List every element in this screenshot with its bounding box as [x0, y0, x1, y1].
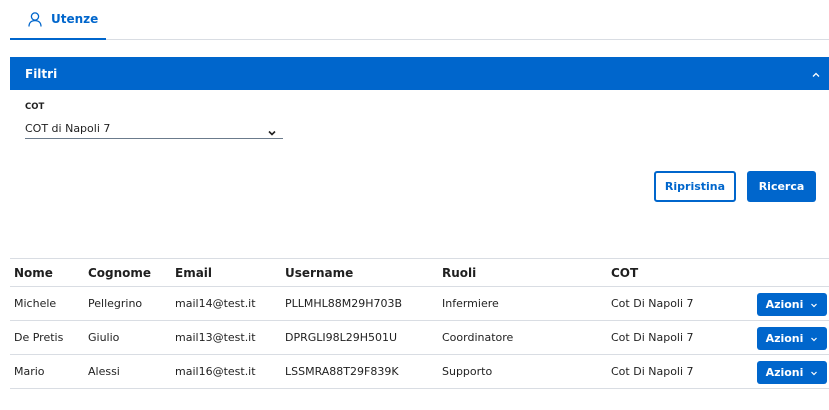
- cell-ruoli: Coordinatore: [442, 331, 514, 344]
- chevron-up-icon[interactable]: [809, 67, 823, 81]
- column-header-cognome: Cognome: [88, 265, 152, 280]
- tab-utenze[interactable]: Utenze: [10, 0, 106, 40]
- table-row: Michele Pellegrino mail14@test.it PLLMHL…: [10, 287, 829, 321]
- cell-nome: Mario: [14, 365, 45, 378]
- column-header-email: Email: [175, 265, 213, 280]
- cell-username: PLLMHL88M29H703B: [285, 297, 403, 310]
- cell-cot: Cot Di Napoli 7: [611, 365, 694, 378]
- azioni-label: Azioni: [765, 332, 804, 345]
- column-header-ruoli: Ruoli: [442, 265, 477, 280]
- cot-select-label: COT: [25, 102, 45, 112]
- azioni-label: Azioni: [765, 298, 804, 311]
- cell-cognome: Alessi: [88, 365, 120, 378]
- column-header-username: Username: [285, 265, 354, 280]
- cot-select-value: COT di Napoli 7: [25, 121, 111, 135]
- cell-username: DPRGLI98L29H501U: [285, 331, 398, 344]
- tab-label: Utenze: [51, 12, 99, 26]
- azioni-button[interactable]: Azioni: [757, 327, 827, 350]
- cell-email: mail16@test.it: [175, 365, 256, 378]
- table-header-row: Nome Cognome Email Username Ruoli COT: [10, 259, 829, 287]
- users-table: Nome Cognome Email Username Ruoli COT Mi…: [10, 258, 829, 389]
- column-header-nome: Nome: [14, 265, 53, 280]
- cell-ruoli: Infermiere: [442, 297, 499, 310]
- cot-select[interactable]: COT di Napoli 7: [25, 118, 283, 139]
- chevron-down-icon: [811, 337, 818, 341]
- filters-title: Filtri: [25, 66, 58, 81]
- azioni-label: Azioni: [765, 366, 804, 379]
- azioni-button[interactable]: Azioni: [757, 293, 827, 316]
- tab-bar: Utenze: [10, 0, 829, 40]
- azioni-button[interactable]: Azioni: [757, 361, 827, 384]
- cell-nome: De Pretis: [14, 331, 64, 344]
- cell-cognome: Giulio: [88, 331, 120, 344]
- user-icon: [28, 11, 42, 27]
- chevron-down-icon: [811, 303, 818, 307]
- filters-panel-header[interactable]: Filtri: [10, 57, 829, 90]
- search-button[interactable]: Ricerca: [747, 171, 816, 202]
- cell-cognome: Pellegrino: [88, 297, 143, 310]
- chevron-down-icon: [811, 371, 818, 375]
- cell-cot: Cot Di Napoli 7: [611, 297, 694, 310]
- cell-nome: Michele: [14, 297, 57, 310]
- table-row: De Pretis Giulio mail13@test.it DPRGLI98…: [10, 321, 829, 355]
- cell-ruoli: Supporto: [442, 365, 493, 378]
- reset-button[interactable]: Ripristina: [654, 171, 736, 202]
- table-row: Mario Alessi mail16@test.it LSSMRA88T29F…: [10, 355, 829, 389]
- cell-username: LSSMRA88T29F839K: [285, 365, 399, 378]
- cell-email: mail14@test.it: [175, 297, 256, 310]
- cell-cot: Cot Di Napoli 7: [611, 331, 694, 344]
- column-header-cot: COT: [611, 265, 639, 280]
- chevron-down-icon: [267, 123, 277, 136]
- cell-email: mail13@test.it: [175, 331, 256, 344]
